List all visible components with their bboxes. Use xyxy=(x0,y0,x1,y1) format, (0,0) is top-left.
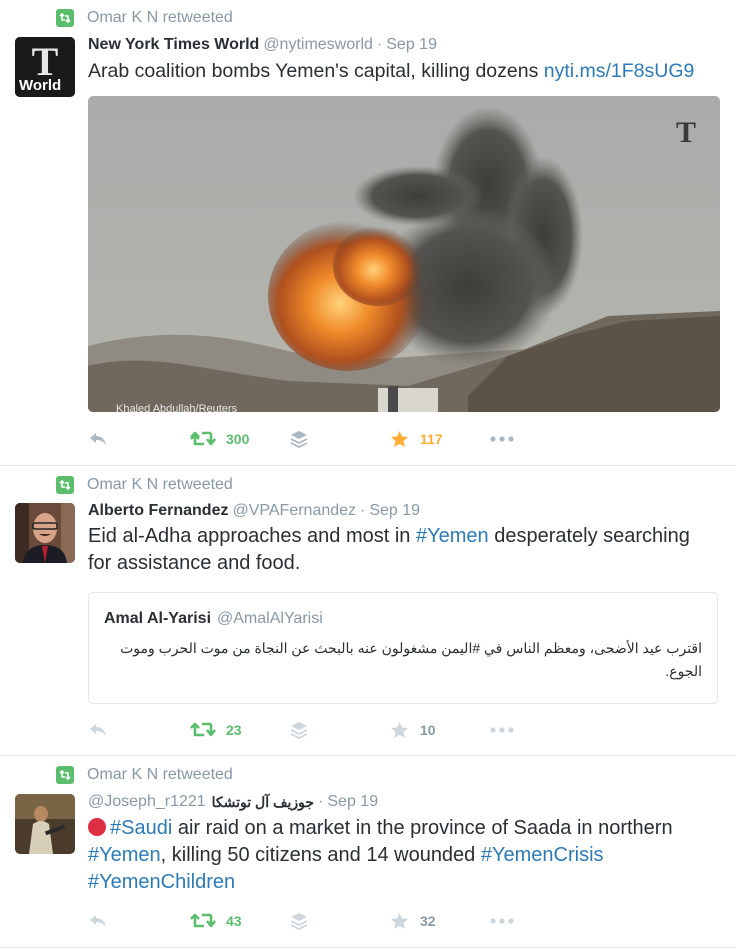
favorite-button[interactable]: 32 xyxy=(390,907,436,935)
buffer-button[interactable] xyxy=(290,425,308,453)
quoted-tweet[interactable]: Amal Al-Yarisi @AmalAlYarisi اقترب عيد ال… xyxy=(88,592,718,704)
tweet-text-plain: , killing 50 citizens and 14 wounded xyxy=(160,844,481,866)
avatar[interactable] xyxy=(15,794,75,854)
timestamp[interactable]: Sep 19 xyxy=(369,502,420,520)
tweet-actions: 43 32 xyxy=(88,907,718,935)
buffer-button[interactable] xyxy=(290,716,308,744)
retweet-icon xyxy=(190,722,216,737)
tweet-text-plain: air raid on a market in the province of … xyxy=(172,817,673,839)
tweet-card[interactable]: Omar K N retweeted @Joseph_r1221 جوزيف آ… xyxy=(0,755,736,948)
reply-icon xyxy=(90,724,106,736)
retweet-count: 300 xyxy=(226,431,250,447)
favorite-button[interactable]: 10 xyxy=(390,716,436,744)
retweet-button[interactable]: 300 xyxy=(190,425,249,453)
tweet-photo[interactable]: T Khaled Abdullah/Reuters xyxy=(88,96,720,412)
retweet-button[interactable]: 43 xyxy=(190,907,242,935)
buffer-icon xyxy=(290,913,308,930)
reply-icon xyxy=(90,915,106,927)
favorite-count: 117 xyxy=(420,431,443,447)
tweet-link[interactable]: nyti.ms/1F8sUG9 xyxy=(544,60,695,82)
photo-credit: Khaled Abdullah/Reuters xyxy=(116,403,238,412)
reply-button[interactable] xyxy=(88,907,108,935)
timestamp[interactable]: Sep 19 xyxy=(327,793,378,811)
buffer-icon xyxy=(290,722,308,739)
buffer-icon xyxy=(290,431,308,448)
more-icon xyxy=(490,727,514,733)
retweeter-link[interactable]: Omar K N retweeted xyxy=(87,766,233,784)
tweet-header: Alberto Fernandez @VPAFernandez · Sep 19 xyxy=(88,500,420,522)
more-button[interactable] xyxy=(490,907,514,935)
tweet-header: New York Times World @nytimesworld · Sep… xyxy=(88,34,437,56)
hashtag-link[interactable]: #YemenCrisis xyxy=(481,844,604,866)
reply-button[interactable] xyxy=(88,716,108,744)
tweet-text-plain: Arab coalition bombs Yemen's capital, ki… xyxy=(88,60,544,82)
favorite-count: 32 xyxy=(420,913,436,929)
retweet-context: Omar K N retweeted xyxy=(56,8,233,28)
retweet-icon xyxy=(56,766,74,784)
handle[interactable]: @VPAFernandez xyxy=(232,502,356,520)
retweet-icon xyxy=(190,431,216,446)
separator: · xyxy=(318,793,324,810)
retweet-count: 23 xyxy=(226,722,242,738)
favorite-count: 10 xyxy=(420,722,436,738)
tweet-actions: 300 117 xyxy=(88,425,718,453)
tweet-text: Arab coalition bombs Yemen's capital, ki… xyxy=(88,58,718,85)
tweet-header: @Joseph_r1221 جوزيف آل توتشكا · Sep 19 xyxy=(88,791,378,813)
retweet-icon xyxy=(56,9,74,27)
tweet-text: Eid al-Adha approaches and most in #Yeme… xyxy=(88,523,718,577)
more-icon xyxy=(490,918,514,924)
display-name[interactable]: New York Times World xyxy=(88,36,259,54)
hashtag-link[interactable]: #YemenChildren xyxy=(88,871,235,893)
red-circle-emoji xyxy=(88,818,106,836)
retweet-count: 43 xyxy=(226,913,242,929)
hashtag-link[interactable]: #Yemen xyxy=(88,844,161,866)
star-icon xyxy=(390,912,409,930)
avatar-label: World xyxy=(19,77,62,94)
more-button[interactable] xyxy=(490,425,514,453)
tweet-card[interactable]: Omar K N retweeted Alberto Fernandez @VP… xyxy=(0,465,736,756)
hashtag-link[interactable]: #Yemen xyxy=(416,525,489,547)
favorite-button[interactable]: 117 xyxy=(390,425,443,453)
reply-icon xyxy=(90,433,106,445)
more-icon xyxy=(490,436,514,442)
avatar[interactable] xyxy=(15,503,75,563)
separator: · xyxy=(360,502,366,519)
display-name[interactable]: Alberto Fernandez xyxy=(88,502,228,520)
retweet-icon xyxy=(56,476,74,494)
star-icon xyxy=(390,721,409,739)
buffer-button[interactable] xyxy=(290,907,308,935)
quoted-display-name: Amal Al-Yarisi xyxy=(104,610,212,627)
display-name[interactable]: جوزيف آل توتشكا xyxy=(212,794,314,811)
retweeter-link[interactable]: Omar K N retweeted xyxy=(87,9,233,27)
tweet-card[interactable]: Omar K N retweeted T World New York Time… xyxy=(0,0,736,466)
quoted-author[interactable]: Amal Al-Yarisi @AmalAlYarisi xyxy=(104,610,323,628)
hashtag-link[interactable]: #Saudi xyxy=(110,817,172,839)
separator: · xyxy=(376,36,383,53)
quoted-text: اقترب عيد الأضحى، ومعظم الناس في #اليمن … xyxy=(120,640,702,679)
retweet-icon xyxy=(190,913,216,928)
avatar[interactable]: T World xyxy=(15,37,75,97)
star-icon xyxy=(390,430,409,448)
retweet-context: Omar K N retweeted xyxy=(56,765,233,785)
more-button[interactable] xyxy=(490,716,514,744)
retweet-button[interactable]: 23 xyxy=(190,716,242,744)
handle[interactable]: @Joseph_r1221 xyxy=(88,793,206,811)
timestamp[interactable]: Sep 19 xyxy=(386,36,437,54)
reply-button[interactable] xyxy=(88,425,108,453)
retweeter-link[interactable]: Omar K N retweeted xyxy=(87,476,233,494)
tweet-text-plain: Eid al-Adha approaches and most in xyxy=(88,525,416,547)
svg-text:T: T xyxy=(676,116,696,149)
tweet-actions: 23 10 xyxy=(88,716,718,744)
handle[interactable]: @nytimesworld xyxy=(263,36,373,54)
tweet-text: #Saudi air raid on a market in the provi… xyxy=(88,815,718,896)
retweet-context: Omar K N retweeted xyxy=(56,475,233,495)
quoted-handle: @AmalAlYarisi xyxy=(217,610,323,627)
